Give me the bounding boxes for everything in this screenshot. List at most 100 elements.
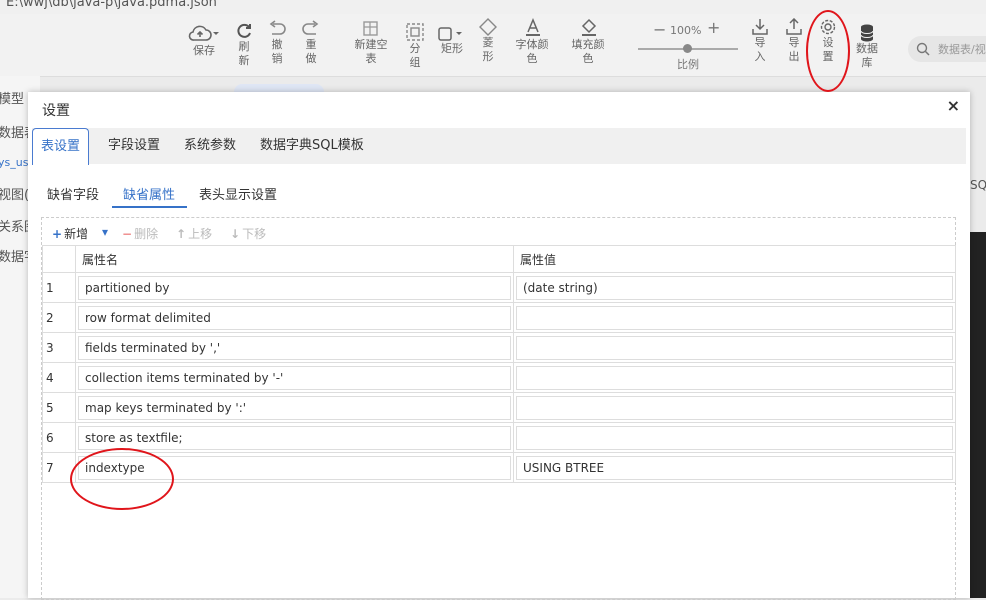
font-color-button[interactable]: 字体颜色: [514, 18, 552, 66]
row-number: 4: [42, 362, 76, 393]
property-value-input[interactable]: [516, 305, 953, 330]
property-value-cell: USING BTREE: [513, 452, 956, 483]
property-value-input[interactable]: [516, 425, 953, 450]
minus-icon: −: [122, 227, 133, 241]
tab-dictionary-sql-template[interactable]: 数据字典SQL模板: [252, 128, 372, 162]
redo-label: 重做: [305, 38, 317, 65]
search-placeholder: 数据表/视: [938, 43, 986, 56]
zoom-slider-handle[interactable]: [683, 44, 692, 53]
move-up-button[interactable]: ↑ 上移: [176, 225, 212, 242]
add-button[interactable]: + 新增: [52, 225, 88, 242]
redo-button[interactable]: 重做: [300, 20, 322, 66]
property-value-cell: (date string): [513, 272, 956, 303]
cloud-upload-icon: [188, 25, 219, 41]
tab-table-settings[interactable]: 表设置: [32, 128, 90, 165]
property-value-input[interactable]: [516, 395, 953, 420]
new-blank-table-label: 新建空表: [354, 38, 388, 65]
property-name-cell: row format delimited: [75, 302, 514, 333]
zoom-label: 比例: [677, 58, 699, 71]
group-icon: [406, 23, 424, 41]
table-row[interactable]: 7 indextype USING BTREE: [42, 452, 956, 483]
property-value-input[interactable]: USING BTREE: [516, 455, 953, 480]
rectangle-icon: [438, 27, 462, 41]
zoom-value: 100%: [670, 24, 702, 37]
table-row[interactable]: 2 row format delimited: [42, 302, 956, 333]
settings-dialog: 设置 × 表设置 字段设置 系统参数 数据字典SQL模板 缺省字段 缺省属性 表…: [28, 92, 970, 600]
table-row[interactable]: 4 collection items terminated by '-': [42, 362, 956, 393]
database-button[interactable]: 数据库: [852, 24, 882, 70]
new-table-icon: [363, 21, 378, 36]
close-icon[interactable]: ×: [947, 96, 960, 115]
tab-system-params[interactable]: 系统参数: [176, 128, 244, 162]
property-name-input[interactable]: collection items terminated by '-': [78, 365, 511, 390]
rect-button[interactable]: 矩形: [436, 26, 468, 56]
property-value-cell: [513, 302, 956, 333]
diamond-button[interactable]: 菱形: [478, 18, 498, 64]
row-number: 3: [42, 332, 76, 363]
add-dropdown-chevron-icon[interactable]: ▾: [102, 225, 108, 239]
property-name-input[interactable]: map keys terminated by ':': [78, 395, 511, 420]
fill-color-button[interactable]: 填充颜色: [570, 18, 608, 66]
property-value-input[interactable]: (date string): [516, 275, 953, 300]
row-number: 6: [42, 422, 76, 453]
import-icon: [752, 19, 768, 35]
property-name-cell: store as textfile;: [75, 422, 514, 453]
subtab-header-display[interactable]: 表头显示设置: [199, 184, 277, 203]
import-button[interactable]: 导入: [750, 18, 770, 64]
new-blank-table-button[interactable]: 新建空表: [350, 20, 392, 66]
property-value-input[interactable]: [516, 365, 953, 390]
delete-label: 删除: [134, 227, 159, 241]
subtab-default-properties[interactable]: 缺省属性: [123, 184, 175, 203]
database-label: 数据库: [856, 42, 878, 69]
move-up-label: 上移: [188, 227, 213, 241]
move-down-button[interactable]: ↓ 下移: [230, 225, 266, 242]
row-number: 1: [42, 272, 76, 303]
column-header-value: 属性值: [513, 245, 956, 273]
refresh-icon: [237, 23, 251, 38]
annotation-circle-indextype: [70, 448, 174, 510]
zoom-out-icon[interactable]: −: [653, 20, 666, 39]
import-label: 导入: [754, 36, 766, 63]
delete-button[interactable]: − 删除: [122, 225, 158, 242]
save-button[interactable]: 保存: [184, 24, 224, 58]
table-row[interactable]: 3 fields terminated by ',': [42, 332, 956, 363]
zoom-in-icon[interactable]: +: [707, 18, 720, 37]
property-value-cell: [513, 362, 956, 393]
property-name-cell: collection items terminated by '-': [75, 362, 514, 393]
font-color-label: 字体颜色: [515, 38, 549, 65]
property-name-input[interactable]: fields terminated by ',': [78, 335, 511, 360]
save-label: 保存: [193, 44, 215, 57]
arrow-down-icon: ↓: [230, 227, 241, 241]
group-button[interactable]: 分组: [404, 22, 426, 70]
export-button[interactable]: 导出: [784, 18, 804, 64]
group-label: 分组: [409, 42, 421, 69]
search-input[interactable]: 数据表/视: [908, 36, 986, 62]
property-name-input[interactable]: partitioned by: [78, 275, 511, 300]
add-label: 新增: [64, 227, 89, 241]
refresh-button[interactable]: 刷新: [234, 22, 254, 68]
row-number: 5: [42, 392, 76, 423]
paint-bucket-icon: [581, 18, 597, 36]
property-name-input[interactable]: store as textfile;: [78, 425, 511, 450]
sidebar-item-table-entry[interactable]: ys_us: [0, 156, 28, 169]
tab-field-settings[interactable]: 字段设置: [100, 128, 168, 162]
export-label: 导出: [788, 36, 800, 63]
table-row[interactable]: 1 partitioned by (date string): [42, 272, 956, 303]
subtab-active-indicator: [112, 206, 187, 208]
subtab-default-fields[interactable]: 缺省字段: [47, 184, 99, 203]
property-name-input[interactable]: row format delimited: [78, 305, 511, 330]
window-titlebar: E:\wwj\db\java-p\java.pdma.json: [0, 0, 986, 14]
sidebar-item-model[interactable]: 模型: [0, 88, 24, 107]
dialog-title: 设置: [42, 103, 70, 119]
table-row[interactable]: 5 map keys terminated by ':': [42, 392, 956, 423]
undo-button[interactable]: 撤销: [266, 20, 288, 66]
undo-label: 撤销: [271, 38, 283, 65]
table-row[interactable]: 6 store as textfile;: [42, 422, 956, 453]
property-value-cell: [513, 422, 956, 453]
property-name-cell: map keys terminated by ':': [75, 392, 514, 423]
plus-icon: +: [52, 227, 63, 241]
property-value-input[interactable]: [516, 335, 953, 360]
database-icon: [860, 24, 874, 42]
diamond-label: 菱形: [482, 36, 494, 63]
settings-tabs: 表设置 字段设置 系统参数 数据字典SQL模板: [32, 128, 966, 165]
